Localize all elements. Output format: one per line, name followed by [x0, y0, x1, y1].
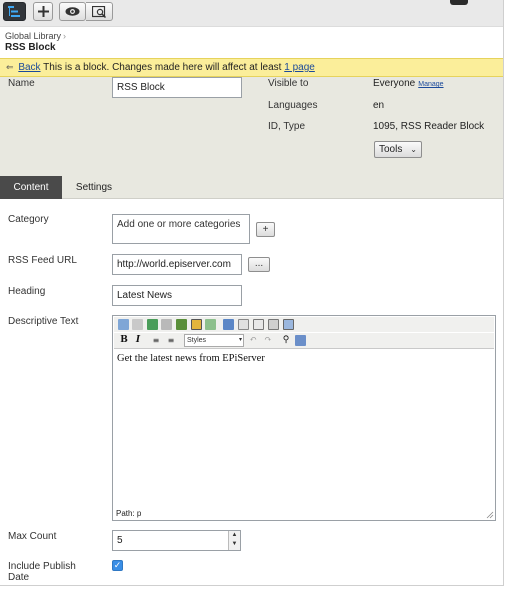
id-type-label: ID, Type [268, 121, 306, 132]
editor-toolbar-row-1 [114, 317, 494, 332]
name-label: Name [8, 78, 35, 89]
plus-icon [37, 6, 49, 17]
languages-value: en [373, 100, 385, 111]
stepper-up-icon[interactable]: ▲ [229, 531, 240, 540]
add-category-button[interactable]: + [256, 222, 275, 237]
name-input[interactable]: RSS Block [112, 77, 242, 98]
rss-feed-url-input[interactable]: http://world.episerver.com [112, 254, 242, 275]
visible-to-label: Visible to [268, 78, 309, 89]
bold-button[interactable]: B [118, 334, 130, 347]
paste-text-icon[interactable] [268, 319, 279, 330]
dropdown-arrow-icon: ▾ [238, 337, 242, 343]
tools-label: Tools [379, 144, 403, 155]
paste-word-icon[interactable] [283, 319, 294, 330]
insert-table-icon[interactable] [205, 319, 216, 330]
structure-toggle-button[interactable] [3, 2, 26, 21]
rich-text-editor: B I ≡ ≡ Styles ▾ ↶ ↷ ⚲ Get the latest ne… [112, 315, 496, 521]
rss-feed-url-label: RSS Feed URL [8, 255, 77, 266]
italic-button[interactable]: I [132, 334, 144, 347]
fullscreen-icon[interactable] [295, 335, 306, 346]
stepper-down-icon[interactable]: ▼ [229, 540, 240, 549]
manage-link[interactable]: Manage [418, 81, 443, 88]
resize-grip-icon[interactable] [486, 511, 494, 519]
back-link[interactable]: Back [18, 62, 40, 73]
descriptive-text-label: Descriptive Text [8, 316, 79, 327]
chevron-down-icon: ⌄ [410, 145, 417, 154]
visible-to-value: Everyone Manage [373, 78, 444, 89]
id-type-value: 1095, RSS Reader Block [373, 121, 485, 132]
tab-settings[interactable]: Settings [62, 176, 126, 199]
category-label: Category [8, 214, 49, 225]
languages-label: Languages [268, 100, 318, 111]
browse-button[interactable]: ... [248, 257, 270, 272]
category-selector[interactable]: Add one or more categories [112, 214, 250, 244]
numbered-list-icon[interactable]: ≡ [165, 334, 177, 347]
heading-input[interactable]: Latest News [112, 285, 242, 306]
preview-button[interactable] [86, 2, 113, 21]
block-editor: Global Library › RSS Block ⇐ Back This is… [0, 0, 504, 586]
styles-select-label: Styles [187, 337, 207, 344]
stepper-arrows[interactable]: ▲ ▼ [228, 531, 240, 550]
notice-message: This is a block. Changes made here will … [43, 62, 282, 73]
breadcrumb-parent[interactable]: Global Library [5, 31, 61, 41]
toolbar [0, 0, 503, 27]
editor-content[interactable]: Get the latest news from EPiServer [117, 353, 265, 364]
options-tab[interactable] [450, 0, 468, 5]
max-count-value: 5 [117, 535, 123, 546]
include-publish-date-checkbox[interactable]: ✓ [112, 560, 123, 571]
tab-bar: Content Settings [0, 176, 503, 199]
insert-image-icon[interactable] [147, 319, 158, 330]
add-button[interactable] [33, 2, 53, 21]
search-icon[interactable]: ⚲ [280, 334, 292, 347]
affected-pages-link[interactable]: 1 page [284, 62, 315, 73]
insert-media-icon[interactable] [176, 319, 187, 330]
copy-icon[interactable] [238, 319, 249, 330]
include-publish-date-label: Include Publish Date [8, 561, 76, 583]
page-title: RSS Block [5, 42, 56, 53]
styles-select[interactable]: Styles ▾ [184, 334, 244, 347]
breadcrumb: Global Library › [5, 31, 66, 41]
edit-image-icon[interactable] [161, 319, 172, 330]
eye-icon [65, 7, 80, 16]
unlink-icon[interactable] [132, 319, 143, 330]
insert-link-icon[interactable] [118, 319, 129, 330]
tools-dropdown[interactable]: Tools ⌄ [374, 141, 422, 158]
visible-to-text: Everyone [373, 78, 416, 89]
tab-content[interactable]: Content [0, 176, 62, 199]
editor-toolbar-row-2: B I ≡ ≡ Styles ▾ ↶ ↷ ⚲ [114, 333, 494, 349]
heading-label: Heading [8, 286, 46, 297]
editor-path: Path: p [116, 509, 142, 518]
preview-search-icon [91, 5, 107, 18]
cut-icon[interactable] [223, 319, 234, 330]
view-button[interactable] [59, 2, 86, 21]
redo-icon[interactable]: ↷ [262, 334, 274, 347]
max-count-stepper[interactable]: 5 ▲ ▼ [112, 530, 241, 551]
structure-icon [8, 6, 21, 17]
back-arrow-icon: ⇐ [6, 62, 14, 72]
block-notice-bar: ⇐ Back This is a block. Changes made her… [0, 58, 503, 77]
bullet-list-icon[interactable]: ≡ [150, 334, 162, 347]
paste-icon[interactable] [253, 319, 264, 330]
max-count-label: Max Count [8, 531, 57, 542]
insert-block-icon[interactable] [191, 319, 202, 330]
breadcrumb-separator: › [63, 31, 67, 41]
undo-icon[interactable]: ↶ [247, 334, 259, 347]
